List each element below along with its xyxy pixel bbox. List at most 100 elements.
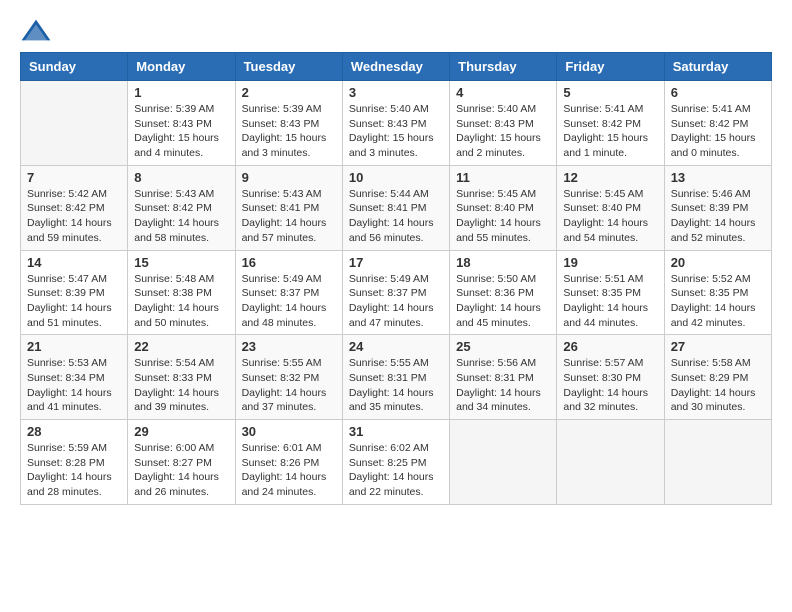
- calendar-cell: [450, 420, 557, 505]
- logo: [20, 18, 56, 46]
- calendar-cell: 16Sunrise: 5:49 AM Sunset: 8:37 PM Dayli…: [235, 250, 342, 335]
- day-number: 9: [242, 170, 336, 185]
- calendar-cell: 11 Sunrise: 5:45 AM Sunset: 8:40 PM Dayli…: [450, 165, 557, 250]
- calendar-cell: 5 Sunrise: 5:41 AM Sunset: 8:42 PM Daylig…: [557, 81, 664, 166]
- day-info: Sunrise: 5:45 AM Sunset: 8:40 PM Dayligh…: [456, 187, 550, 246]
- calendar-cell: [664, 420, 771, 505]
- day-number: 28: [27, 424, 121, 439]
- day-number: 16: [242, 255, 336, 270]
- calendar-cell: [21, 81, 128, 166]
- day-info: Sunrise: 5:59 AM Sunset: 8:28 PM Dayligh…: [27, 441, 121, 500]
- day-number: 5: [563, 85, 657, 100]
- day-number: 14: [27, 255, 121, 270]
- calendar-week-row: 7 Sunrise: 5:42 AM Sunset: 8:42 PM Daylig…: [21, 165, 772, 250]
- day-info: Sunrise: 5:51 AM Sunset: 8:35 PM Dayligh…: [563, 272, 657, 331]
- day-info: Sunrise: 5:55 AM Sunset: 8:32 PM Dayligh…: [242, 356, 336, 415]
- page-header: [20, 10, 772, 46]
- calendar-cell: 20Sunrise: 5:52 AM Sunset: 8:35 PM Dayli…: [664, 250, 771, 335]
- calendar-cell: 21 Sunrise: 5:53 AM Sunset: 8:34 PM Dayli…: [21, 335, 128, 420]
- calendar-week-row: 14 Sunrise: 5:47 AM Sunset: 8:39 PM Dayli…: [21, 250, 772, 335]
- day-number: 26: [563, 339, 657, 354]
- day-info: Sunrise: 5:44 AM Sunset: 8:41 PM Dayligh…: [349, 187, 443, 246]
- day-number: 13: [671, 170, 765, 185]
- day-number: 25: [456, 339, 550, 354]
- calendar-cell: 6 Sunrise: 5:41 AM Sunset: 8:42 PM Daylig…: [664, 81, 771, 166]
- calendar-cell: 2 Sunrise: 5:39 AM Sunset: 8:43 PM Daylig…: [235, 81, 342, 166]
- day-number: 22: [134, 339, 228, 354]
- calendar-cell: 3Sunrise: 5:40 AM Sunset: 8:43 PM Daylig…: [342, 81, 449, 166]
- calendar-cell: 14 Sunrise: 5:47 AM Sunset: 8:39 PM Dayli…: [21, 250, 128, 335]
- calendar-cell: 8 Sunrise: 5:43 AM Sunset: 8:42 PM Daylig…: [128, 165, 235, 250]
- day-info: Sunrise: 5:39 AM Sunset: 8:43 PM Dayligh…: [242, 102, 336, 161]
- day-number: 23: [242, 339, 336, 354]
- weekday-header: Thursday: [450, 53, 557, 81]
- day-info: Sunrise: 5:46 AM Sunset: 8:39 PM Dayligh…: [671, 187, 765, 246]
- calendar-cell: 1 Sunrise: 5:39 AM Sunset: 8:43 PM Daylig…: [128, 81, 235, 166]
- calendar-week-row: 1 Sunrise: 5:39 AM Sunset: 8:43 PM Daylig…: [21, 81, 772, 166]
- day-info: Sunrise: 5:47 AM Sunset: 8:39 PM Dayligh…: [27, 272, 121, 331]
- day-number: 10: [349, 170, 443, 185]
- day-number: 12: [563, 170, 657, 185]
- calendar-cell: 27Sunrise: 5:58 AM Sunset: 8:29 PM Dayli…: [664, 335, 771, 420]
- day-info: Sunrise: 5:43 AM Sunset: 8:42 PM Dayligh…: [134, 187, 228, 246]
- day-number: 18: [456, 255, 550, 270]
- day-info: Sunrise: 5:48 AM Sunset: 8:38 PM Dayligh…: [134, 272, 228, 331]
- calendar-cell: 4 Sunrise: 5:40 AM Sunset: 8:43 PM Daylig…: [450, 81, 557, 166]
- day-info: Sunrise: 5:41 AM Sunset: 8:42 PM Dayligh…: [671, 102, 765, 161]
- calendar-cell: 22 Sunrise: 5:54 AM Sunset: 8:33 PM Dayli…: [128, 335, 235, 420]
- weekday-header: Tuesday: [235, 53, 342, 81]
- day-info: Sunrise: 5:55 AM Sunset: 8:31 PM Dayligh…: [349, 356, 443, 415]
- weekday-header: Monday: [128, 53, 235, 81]
- day-info: Sunrise: 5:42 AM Sunset: 8:42 PM Dayligh…: [27, 187, 121, 246]
- day-info: Sunrise: 5:58 AM Sunset: 8:29 PM Dayligh…: [671, 356, 765, 415]
- day-number: 11: [456, 170, 550, 185]
- day-number: 4: [456, 85, 550, 100]
- day-info: Sunrise: 5:52 AM Sunset: 8:35 PM Dayligh…: [671, 272, 765, 331]
- day-number: 17: [349, 255, 443, 270]
- calendar-cell: 23 Sunrise: 5:55 AM Sunset: 8:32 PM Dayli…: [235, 335, 342, 420]
- day-number: 15: [134, 255, 228, 270]
- day-number: 19: [563, 255, 657, 270]
- day-number: 1: [134, 85, 228, 100]
- day-info: Sunrise: 5:45 AM Sunset: 8:40 PM Dayligh…: [563, 187, 657, 246]
- calendar-cell: 25Sunrise: 5:56 AM Sunset: 8:31 PM Dayli…: [450, 335, 557, 420]
- day-number: 30: [242, 424, 336, 439]
- day-info: Sunrise: 5:54 AM Sunset: 8:33 PM Dayligh…: [134, 356, 228, 415]
- weekday-header: Wednesday: [342, 53, 449, 81]
- weekday-header: Friday: [557, 53, 664, 81]
- day-number: 29: [134, 424, 228, 439]
- calendar-cell: 15 Sunrise: 5:48 AM Sunset: 8:38 PM Dayli…: [128, 250, 235, 335]
- day-info: Sunrise: 6:00 AM Sunset: 8:27 PM Dayligh…: [134, 441, 228, 500]
- calendar-cell: 12 Sunrise: 5:45 AM Sunset: 8:40 PM Dayli…: [557, 165, 664, 250]
- day-info: Sunrise: 5:40 AM Sunset: 8:43 PM Dayligh…: [349, 102, 443, 161]
- day-number: 2: [242, 85, 336, 100]
- calendar-cell: 24 Sunrise: 5:55 AM Sunset: 8:31 PM Dayli…: [342, 335, 449, 420]
- day-info: Sunrise: 5:39 AM Sunset: 8:43 PM Dayligh…: [134, 102, 228, 161]
- day-number: 8: [134, 170, 228, 185]
- calendar-cell: 30 Sunrise: 6:01 AM Sunset: 8:26 PM Dayli…: [235, 420, 342, 505]
- calendar-header: SundayMondayTuesdayWednesdayThursdayFrid…: [21, 53, 772, 81]
- day-number: 6: [671, 85, 765, 100]
- calendar-cell: 29 Sunrise: 6:00 AM Sunset: 8:27 PM Dayli…: [128, 420, 235, 505]
- day-info: Sunrise: 5:40 AM Sunset: 8:43 PM Dayligh…: [456, 102, 550, 161]
- day-info: Sunrise: 5:41 AM Sunset: 8:42 PM Dayligh…: [563, 102, 657, 161]
- day-info: Sunrise: 5:57 AM Sunset: 8:30 PM Dayligh…: [563, 356, 657, 415]
- calendar-cell: 26 Sunrise: 5:57 AM Sunset: 8:30 PM Dayli…: [557, 335, 664, 420]
- calendar-cell: 17 Sunrise: 5:49 AM Sunset: 8:37 PM Dayli…: [342, 250, 449, 335]
- calendar-table: SundayMondayTuesdayWednesdayThursdayFrid…: [20, 52, 772, 505]
- day-number: 7: [27, 170, 121, 185]
- calendar-week-row: 28 Sunrise: 5:59 AM Sunset: 8:28 PM Dayli…: [21, 420, 772, 505]
- calendar-cell: 28 Sunrise: 5:59 AM Sunset: 8:28 PM Dayli…: [21, 420, 128, 505]
- day-number: 24: [349, 339, 443, 354]
- day-number: 21: [27, 339, 121, 354]
- weekday-header: Sunday: [21, 53, 128, 81]
- day-info: Sunrise: 6:01 AM Sunset: 8:26 PM Dayligh…: [242, 441, 336, 500]
- calendar-cell: [557, 420, 664, 505]
- calendar-cell: 19 Sunrise: 5:51 AM Sunset: 8:35 PM Dayli…: [557, 250, 664, 335]
- calendar-week-row: 21 Sunrise: 5:53 AM Sunset: 8:34 PM Dayli…: [21, 335, 772, 420]
- calendar-body: 1 Sunrise: 5:39 AM Sunset: 8:43 PM Daylig…: [21, 81, 772, 505]
- day-info: Sunrise: 5:53 AM Sunset: 8:34 PM Dayligh…: [27, 356, 121, 415]
- day-info: Sunrise: 5:43 AM Sunset: 8:41 PM Dayligh…: [242, 187, 336, 246]
- calendar-cell: 9 Sunrise: 5:43 AM Sunset: 8:41 PM Daylig…: [235, 165, 342, 250]
- day-info: Sunrise: 5:49 AM Sunset: 8:37 PM Dayligh…: [349, 272, 443, 331]
